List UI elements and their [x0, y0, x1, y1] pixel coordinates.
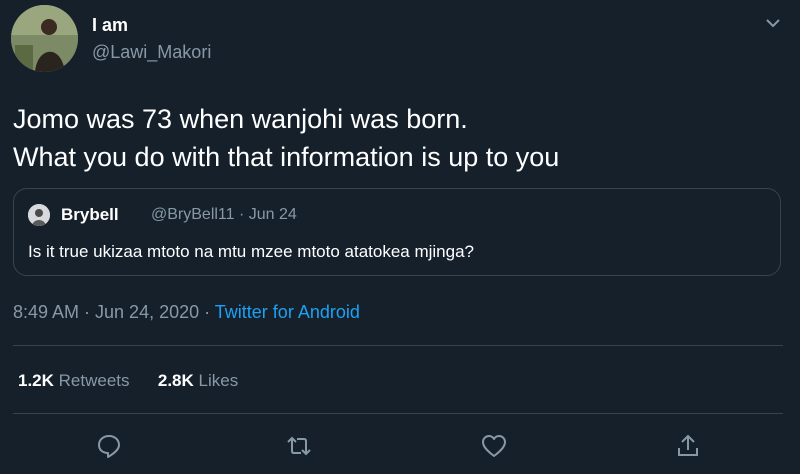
tweet-line: Jomo was 73 when wanjohi was born.	[13, 104, 468, 134]
retweets-count: 1.2K	[18, 371, 54, 390]
like-icon[interactable]	[480, 432, 508, 460]
retweets-label: Retweets	[58, 371, 130, 390]
quoted-name: Brybell	[61, 205, 119, 224]
likes-stat[interactable]: 2.8K Likes	[158, 371, 238, 390]
tweet-text: Jomo was 73 when wanjohi was born. What …	[13, 100, 559, 176]
chevron-down-icon[interactable]	[762, 12, 784, 34]
display-name[interactable]: I am	[92, 15, 128, 36]
share-icon[interactable]	[674, 432, 702, 460]
quoted-text: Is it true ukizaa mtoto na mtu mzee mtot…	[28, 242, 474, 261]
divider	[13, 413, 783, 414]
quoted-tweet[interactable]: Brybell @BryBell11 · Jun 24 Is it true u…	[13, 188, 781, 276]
retweets-stat[interactable]: 1.2K Retweets	[18, 371, 130, 390]
likes-label: Likes	[198, 371, 239, 390]
likes-count: 2.8K	[157, 371, 194, 390]
tweet-stats: 1.2K Retweets 2.8K Likes	[18, 371, 238, 391]
avatar-photo	[11, 5, 78, 72]
quoted-handle-date: @BryBell11 · Jun 24	[151, 206, 297, 223]
tweet-meta: 8:49 AM · Jun 24, 2020 · Twitter for And…	[13, 302, 360, 323]
retweet-icon[interactable]	[285, 432, 313, 460]
source-link[interactable]: Twitter for Android	[215, 302, 360, 322]
divider	[13, 345, 783, 346]
quoted-avatar	[28, 204, 50, 226]
reply-icon[interactable]	[95, 432, 123, 460]
timestamp[interactable]: 8:49 AM · Jun 24, 2020 ·	[13, 302, 215, 322]
tweet-line: What you do with that information is up …	[13, 142, 560, 172]
user-handle[interactable]: @Lawi_Makori	[92, 42, 211, 63]
avatar[interactable]	[11, 5, 78, 72]
